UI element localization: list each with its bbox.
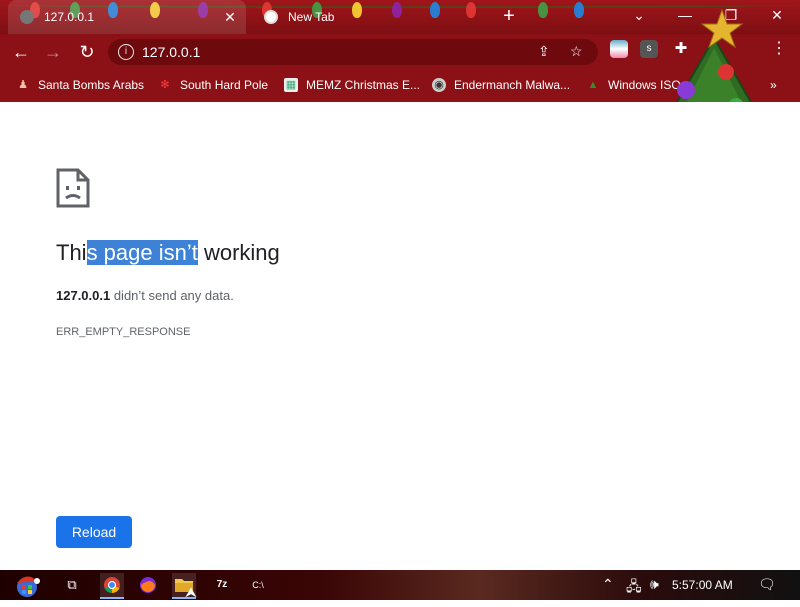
tab-title: New Tab [288,10,335,24]
heading-text: Thi [56,240,87,265]
volume-icon[interactable]: 🕪 [650,576,659,593]
firefox-icon [140,577,156,593]
host-name: 127.0.0.1 [56,288,111,303]
santa-icon: ♟ [18,79,28,91]
task-view-icon[interactable]: ⧉ [60,573,84,597]
share-icon[interactable]: ⇪ [538,43,550,60]
page-favicon-icon [20,10,34,24]
bookmark-endermanch-malware[interactable]: ◉ Endermanch Malwa... [432,76,570,94]
raccoon-icon: ◉ [432,78,446,92]
new-tab-button[interactable]: + [498,6,520,28]
taskbar: ⧉ ⮝ 7z C:\ ⌃ 🖧 🕪 5:57:00 AM 🗨 [0,570,800,600]
chrome-favicon-icon [264,10,278,24]
reload-button[interactable]: Reload [56,516,132,548]
tab-close-icon[interactable]: ✕ [220,9,240,26]
tab-new-tab[interactable]: New Tab [252,0,492,34]
network-icon[interactable]: 🖧 [626,576,642,600]
error-page: This page isn’t working 127.0.0.1 didn’t… [0,102,800,570]
7zip-taskbar-icon[interactable]: 7z [210,573,234,597]
bookmark-label: Santa Bombs Arabs [38,78,145,92]
chrome-taskbar-icon[interactable] [100,573,124,599]
bookmark-label: South Hard Pole [180,78,269,92]
tree-icon: ▲ [587,79,599,91]
forward-arrow-icon[interactable]: → [40,40,66,64]
page-icon: ▦ [284,78,298,92]
address-bar[interactable]: i 127.0.0.1 ⇪ ☆ [108,39,598,65]
bookmark-memz-christmas[interactable]: ▦ MEMZ Christmas E... [284,76,420,94]
error-message: didn’t send any data. [110,288,234,303]
light-bulb [538,2,548,18]
heading-selected-text: s page isn’t [86,240,198,265]
chrome-icon [104,577,120,594]
start-button[interactable] [12,571,42,599]
snowflake-icon: ✻ [160,79,170,91]
heading-text: working [197,240,280,265]
error-description: 127.0.0.1 didn’t send any data. [56,288,234,303]
bookmark-santa-bombs-arabs[interactable]: ♟ Santa Bombs Arabs [16,76,144,94]
notification-center-icon[interactable]: 🗨 [758,576,776,593]
firefox-taskbar-icon[interactable] [136,573,160,597]
windows-santa-start-icon [17,576,40,597]
error-heading: This page isn’t working [56,240,280,266]
error-code: ERR_EMPTY_RESPONSE [56,326,191,338]
address-text[interactable]: 127.0.0.1 [142,44,200,60]
mouse-cursor-icon: ⮝ [185,584,197,600]
taskbar-clock[interactable]: 5:57:00 AM [672,578,733,592]
light-bulb [574,2,584,18]
bookmark-label: MEMZ Christmas E... [306,78,421,92]
show-hidden-icons-chevron-icon[interactable]: ⌃ [602,576,614,593]
reload-icon[interactable]: ↻ [74,40,100,64]
tab-title: 127.0.0.1 [44,10,95,24]
site-info-icon[interactable]: i [118,44,134,60]
sad-page-icon [56,168,90,208]
extension-flag-icon[interactable] [610,40,628,58]
back-arrow-icon[interactable]: ← [8,40,34,64]
cmd-taskbar-icon[interactable]: C:\ [246,573,270,597]
tab-127-0-0-1[interactable]: 127.0.0.1 ✕ [8,0,246,34]
bookmark-south-hard-pole[interactable]: ✻ South Hard Pole [158,76,268,94]
bookmark-label: Endermanch Malwa... [454,78,571,92]
bookmark-star-icon[interactable]: ☆ [570,43,583,60]
